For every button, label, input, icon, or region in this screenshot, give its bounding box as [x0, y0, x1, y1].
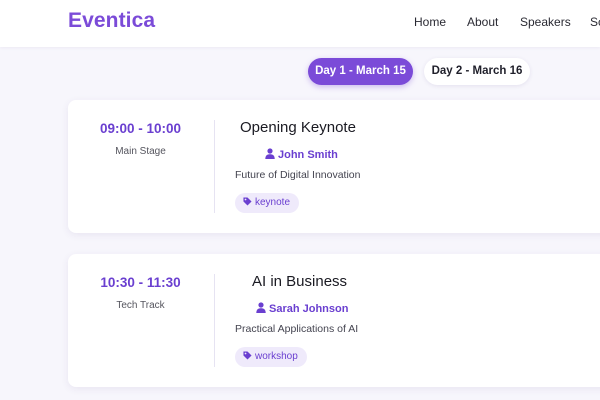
divider [214, 274, 215, 367]
tab-day-1[interactable]: Day 1 - March 15 [308, 58, 413, 85]
session-speaker[interactable]: John Smith [265, 148, 338, 161]
session-tag[interactable]: keynote [235, 193, 300, 213]
session-time: 10:30 - 11:30 [100, 275, 181, 290]
divider [214, 120, 215, 213]
session-room: Main Stage [115, 146, 166, 157]
session-description: Practical Applications of AI [235, 323, 359, 335]
nav-speakers[interactable]: Speakers [520, 15, 571, 29]
user-icon [256, 302, 266, 313]
tag-icon [243, 197, 252, 206]
session-tag[interactable]: workshop [235, 347, 307, 367]
session-card: 10:30 - 11:30 Tech Track AI in Business … [68, 254, 600, 387]
session-room: Tech Track [116, 300, 165, 311]
session-title: Opening Keynote [240, 119, 356, 136]
nav-schedule[interactable]: Sc [590, 15, 600, 29]
tab-day-2[interactable]: Day 2 - March 16 [424, 58, 530, 85]
session-description: Future of Digital Innovation [235, 169, 361, 181]
session-card: 09:00 - 10:00 Main Stage Opening Keynote… [68, 100, 600, 233]
tag-icon [243, 351, 252, 360]
main-nav: Home About Speakers Sc [0, 15, 600, 35]
nav-about[interactable]: About [467, 15, 498, 29]
speaker-name: John Smith [278, 149, 338, 161]
user-icon [265, 148, 275, 159]
speaker-name: Sarah Johnson [269, 303, 349, 315]
session-title: AI in Business [252, 273, 348, 290]
session-speaker[interactable]: Sarah Johnson [256, 302, 348, 315]
site-header: Eventica Home About Speakers Sc [0, 0, 600, 47]
tag-label: workshop [255, 351, 298, 362]
session-time: 09:00 - 10:00 [99, 121, 182, 136]
tag-label: keynote [255, 197, 291, 208]
nav-home[interactable]: Home [414, 15, 446, 29]
